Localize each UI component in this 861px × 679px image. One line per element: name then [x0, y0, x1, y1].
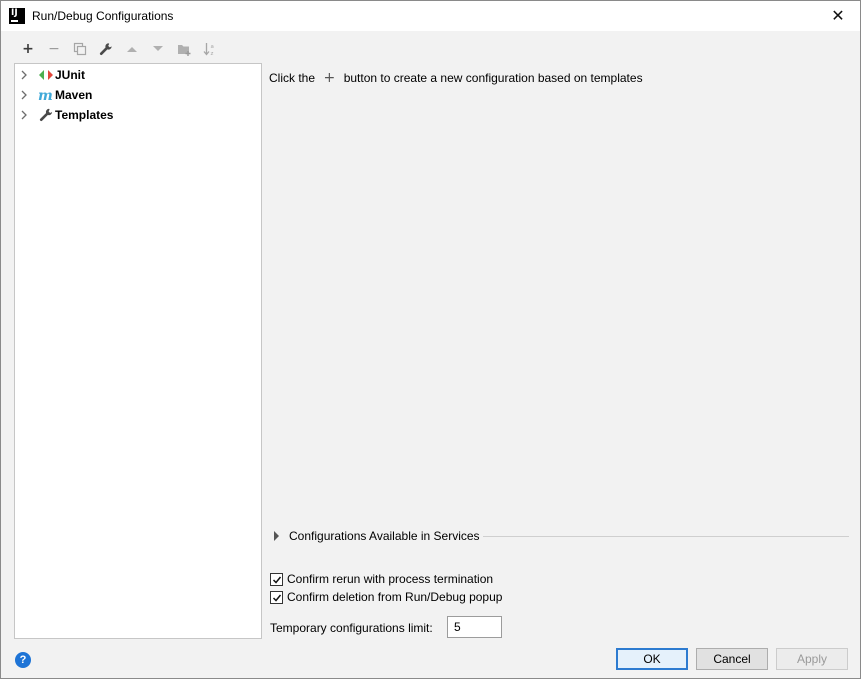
add-icon[interactable]: +	[15, 39, 41, 59]
tree-item-label: JUnit	[55, 68, 85, 82]
svg-text:z: z	[211, 51, 214, 56]
temp-limit-label: Temporary configurations limit:	[270, 621, 433, 635]
confirm-deletion-row[interactable]: Confirm deletion from Run/Debug popup	[270, 589, 502, 605]
tree-item-templates[interactable]: Templates	[15, 105, 261, 125]
wrench-icon[interactable]	[93, 39, 119, 59]
apply-button[interactable]: Apply	[776, 648, 848, 670]
app-icon-letters: IJ	[11, 8, 18, 18]
svg-text:m: m	[38, 88, 53, 102]
remove-icon[interactable]: −	[41, 39, 67, 59]
section-divider	[483, 536, 849, 537]
tree-item-maven[interactable]: m Maven	[15, 85, 261, 105]
run-debug-configurations-dialog: IJ Run/Debug Configurations ✕ + − az JUn…	[0, 0, 861, 679]
confirm-rerun-label: Confirm rerun with process termination	[287, 572, 494, 586]
services-section-toggle[interactable]: Configurations Available in Services	[271, 528, 849, 544]
temp-limit-input[interactable]	[447, 616, 502, 638]
close-button[interactable]: ✕	[820, 4, 856, 28]
tree-item-label: Maven	[55, 88, 93, 102]
intellij-app-icon: IJ	[9, 8, 25, 24]
empty-state-hint: Click the + button to create a new confi…	[269, 70, 643, 86]
plus-icon: +	[323, 70, 336, 86]
configuration-tree[interactable]: JUnit m Maven Templates	[14, 63, 262, 639]
new-folder-icon[interactable]	[171, 39, 197, 59]
hint-text-after: button to create a new configuration bas…	[343, 71, 643, 85]
maven-icon: m	[38, 88, 53, 102]
title-bar: IJ Run/Debug Configurations ✕	[1, 1, 860, 31]
copy-icon[interactable]	[67, 39, 93, 59]
services-section-label: Configurations Available in Services	[289, 529, 480, 543]
cancel-button[interactable]: Cancel	[696, 648, 768, 670]
confirm-deletion-label: Confirm deletion from Run/Debug popup	[287, 590, 503, 604]
confirm-rerun-checkbox[interactable]	[270, 572, 283, 586]
move-down-icon[interactable]	[145, 39, 171, 59]
tree-item-junit[interactable]: JUnit	[15, 65, 261, 85]
configurations-toolbar: + − az	[15, 39, 223, 59]
svg-text:a: a	[211, 44, 214, 50]
chevron-right-icon[interactable]	[19, 109, 29, 121]
sort-icon[interactable]: az	[197, 39, 223, 59]
ok-button[interactable]: OK	[616, 648, 688, 670]
expand-triangle-icon	[274, 531, 279, 541]
junit-icon	[39, 70, 53, 80]
chevron-right-icon[interactable]	[19, 69, 29, 81]
chevron-right-icon[interactable]	[19, 89, 29, 101]
move-up-icon[interactable]	[119, 39, 145, 59]
confirm-rerun-row[interactable]: Confirm rerun with process termination	[270, 571, 493, 587]
tree-item-label: Templates	[55, 108, 114, 122]
window-title: Run/Debug Configurations	[32, 9, 174, 23]
confirm-deletion-checkbox[interactable]	[270, 590, 283, 604]
wrench-icon	[39, 108, 53, 121]
hint-text-before: Click the	[269, 71, 316, 85]
help-icon[interactable]: ?	[15, 652, 31, 668]
